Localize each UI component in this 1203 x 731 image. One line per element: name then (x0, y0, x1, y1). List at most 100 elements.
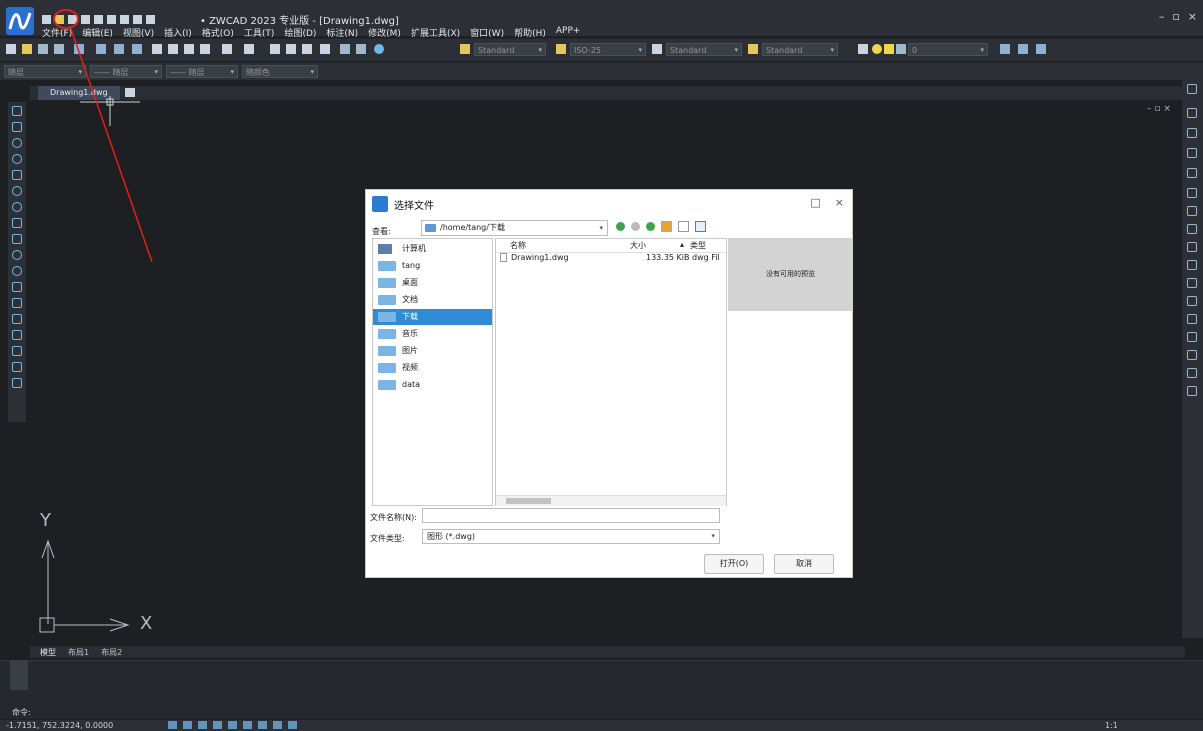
close-button[interactable]: × (835, 196, 844, 209)
place-tang[interactable]: tang (373, 258, 492, 274)
zoom-previous-icon[interactable] (320, 44, 330, 54)
place-music[interactable]: 音乐 (373, 326, 492, 342)
revcloud-icon[interactable] (12, 202, 22, 212)
match-properties-icon[interactable] (200, 44, 210, 54)
region-icon[interactable] (12, 346, 22, 356)
rotate-icon[interactable] (1187, 206, 1197, 216)
zoom-icon[interactable] (286, 44, 296, 54)
ellipse-icon[interactable] (12, 250, 22, 260)
layer-previous-icon[interactable] (1000, 44, 1010, 54)
polygon-icon[interactable] (12, 218, 22, 228)
open-button[interactable]: 打开(O) (704, 554, 764, 574)
text-style-icon[interactable] (460, 44, 470, 54)
scrollbar-thumb[interactable] (506, 498, 551, 504)
cut-icon[interactable] (120, 14, 129, 24)
filetype-combo[interactable]: 图形 (*.dwg) ▾ (422, 529, 720, 544)
dim-style-combo[interactable]: ISO-25 ▾ (570, 43, 646, 56)
circle-icon[interactable] (12, 154, 22, 164)
annotation-scale[interactable]: 1:1 (1105, 720, 1118, 731)
color-combo[interactable]: 随层 ▾ (4, 65, 86, 78)
print-icon[interactable] (74, 44, 84, 54)
place-downloads[interactable]: 下载 (373, 309, 492, 325)
undo-icon[interactable] (133, 14, 142, 24)
place-documents[interactable]: 文档 (373, 292, 492, 308)
save-icon[interactable] (68, 14, 77, 24)
scale-icon[interactable] (1187, 224, 1197, 234)
explode-icon[interactable] (1187, 368, 1197, 378)
arc-3pt-icon[interactable] (12, 186, 22, 196)
design-center-icon[interactable] (356, 44, 366, 54)
new-folder-icon[interactable] (661, 221, 672, 232)
copy-icon[interactable] (168, 44, 178, 54)
line-icon[interactable] (12, 106, 22, 116)
mleader-style-combo[interactable]: Standard ▾ (762, 43, 838, 56)
forward-icon[interactable] (631, 222, 640, 231)
cut-icon[interactable] (152, 44, 162, 54)
restore-button[interactable]: ▫ (1172, 10, 1179, 23)
otrack-icon[interactable] (243, 721, 252, 729)
polar-icon[interactable] (213, 721, 222, 729)
zwcad-logo[interactable] (6, 7, 34, 35)
array-icon[interactable] (1187, 168, 1197, 178)
cancel-button[interactable]: 取消 (774, 554, 834, 574)
table-style-combo[interactable]: Standard ▾ (666, 43, 742, 56)
snap-icon[interactable] (168, 721, 177, 729)
publish-icon[interactable] (132, 44, 142, 54)
ray-icon[interactable] (12, 122, 22, 132)
point-icon[interactable] (12, 314, 22, 324)
tab-layout1[interactable]: 布局1 (68, 647, 89, 658)
new-icon[interactable] (6, 44, 16, 54)
preview-icon[interactable] (114, 44, 124, 54)
osnap-icon[interactable] (228, 721, 237, 729)
lineweight-icon[interactable] (258, 721, 267, 729)
place-desktop[interactable]: 桌面 (373, 275, 492, 291)
command-window[interactable] (0, 660, 1203, 719)
trim-icon[interactable] (1187, 260, 1197, 270)
erase-icon[interactable] (1187, 84, 1197, 94)
chamfer-icon[interactable] (1187, 332, 1197, 342)
linetype-combo[interactable]: —— 随层 ▾ (90, 65, 162, 78)
ellipse-arc-icon[interactable] (12, 266, 22, 276)
layer-isolate-icon[interactable] (1018, 44, 1028, 54)
move-icon[interactable] (1187, 188, 1197, 198)
offset-icon[interactable] (1187, 148, 1197, 158)
edit-poly-icon[interactable] (1187, 386, 1197, 396)
dim-style-icon[interactable] (556, 44, 566, 54)
arc-icon[interactable] (12, 138, 22, 148)
filename-input[interactable] (422, 508, 720, 523)
properties-icon[interactable] (340, 44, 350, 54)
save-icon[interactable] (38, 44, 48, 54)
close-button[interactable]: × (1188, 10, 1197, 23)
path-combo[interactable]: /home/tang/下载 ▾ (421, 220, 608, 236)
make-block-icon[interactable] (12, 298, 22, 308)
ortho-icon[interactable] (198, 721, 207, 729)
place-data[interactable]: data (373, 377, 492, 393)
detail-view-icon[interactable] (695, 221, 706, 232)
layer-states-icon[interactable] (1036, 44, 1046, 54)
list-view-icon[interactable] (678, 221, 689, 232)
insert-block-icon[interactable] (12, 282, 22, 292)
column-size[interactable]: 大小 (630, 240, 646, 251)
maximize-button[interactable]: □ (810, 196, 820, 209)
copy-icon[interactable] (1187, 108, 1197, 118)
plot-icon[interactable] (96, 44, 106, 54)
break-icon[interactable] (1187, 296, 1197, 306)
place-videos[interactable]: 视频 (373, 360, 492, 376)
up-icon[interactable] (646, 222, 655, 231)
fillet-icon[interactable] (1187, 350, 1197, 360)
command-window-handle[interactable] (10, 660, 28, 690)
grid-icon[interactable] (183, 721, 192, 729)
new-icon[interactable] (42, 14, 51, 24)
print-icon[interactable] (94, 14, 103, 24)
document-window-controls[interactable]: – ▫ × (1147, 104, 1171, 114)
hatch-icon[interactable] (12, 330, 22, 340)
back-icon[interactable] (616, 222, 625, 231)
mtext-icon[interactable] (12, 378, 22, 388)
join-icon[interactable] (1187, 314, 1197, 324)
paste-icon[interactable] (184, 44, 194, 54)
open-folder-icon[interactable] (55, 14, 64, 24)
tool-palette-icon[interactable] (374, 44, 384, 54)
column-type[interactable]: 类型 (690, 240, 706, 251)
mirror-icon[interactable] (1187, 128, 1197, 138)
rectangle-icon[interactable] (12, 170, 22, 180)
